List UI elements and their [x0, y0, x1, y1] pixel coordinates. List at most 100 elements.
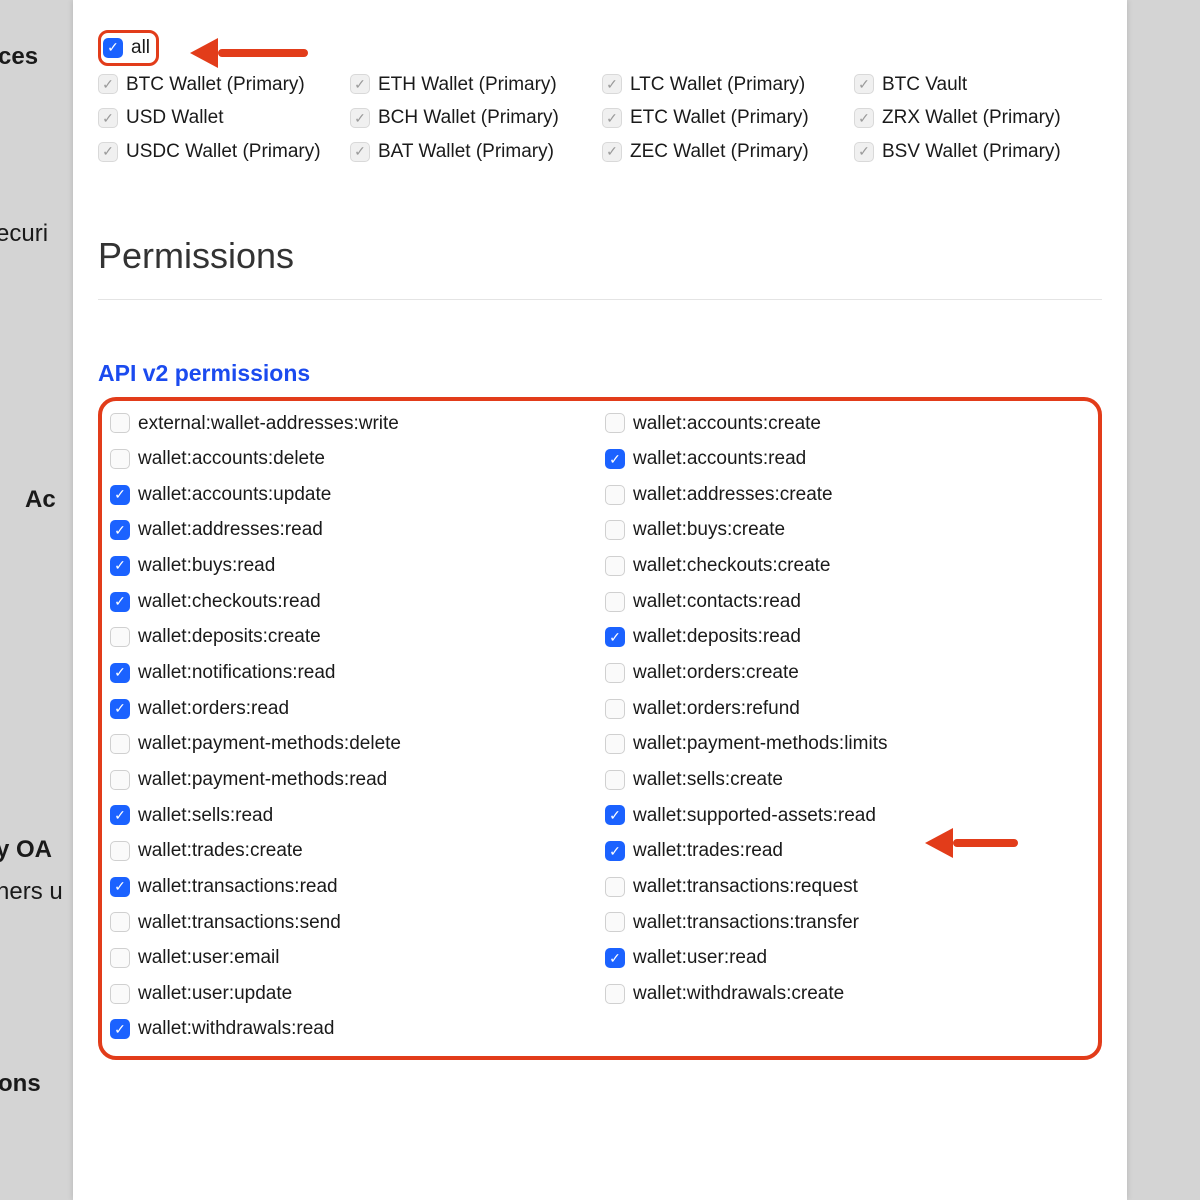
permission-label: wallet:transactions:read	[138, 874, 338, 900]
permission-item: ✓ wallet:transactions:read	[110, 874, 595, 900]
checkbox-permission[interactable]: ✓	[110, 520, 130, 540]
checkbox-permission[interactable]	[110, 770, 130, 790]
checkbox-permission[interactable]: ✓	[605, 948, 625, 968]
wallet-grid: ✓BTC Wallet (Primary)✓ETH Wallet (Primar…	[98, 72, 1102, 165]
permission-label: wallet:deposits:create	[138, 624, 321, 650]
checkbox-wallet[interactable]: ✓	[602, 74, 622, 94]
permission-label: wallet:orders:read	[138, 696, 289, 722]
permission-item: wallet:withdrawals:create	[605, 981, 1090, 1007]
wallet-item: ✓ETH Wallet (Primary)	[350, 72, 598, 98]
modal-panel: ✓ all ✓BTC Wallet (Primary)✓ETH Wallet (…	[73, 0, 1127, 1200]
checkbox-permission[interactable]: ✓	[605, 627, 625, 647]
wallet-item: ✓ETC Wallet (Primary)	[602, 105, 850, 131]
checkbox-permission[interactable]	[605, 877, 625, 897]
bg-text: ners u	[0, 878, 63, 906]
checkbox-permission[interactable]	[110, 734, 130, 754]
checkbox-wallet[interactable]: ✓	[854, 108, 874, 128]
checkbox-permission[interactable]: ✓	[605, 805, 625, 825]
checkbox-permission[interactable]	[110, 984, 130, 1004]
permission-label: wallet:accounts:update	[138, 482, 331, 508]
permission-label: wallet:transactions:send	[138, 910, 341, 936]
wallet-label: LTC Wallet (Primary)	[630, 72, 805, 98]
checkbox-permission[interactable]: ✓	[110, 805, 130, 825]
permission-item: wallet:payment-methods:read	[110, 767, 595, 793]
checkbox-permission[interactable]	[110, 627, 130, 647]
wallet-label: BAT Wallet (Primary)	[378, 139, 554, 165]
permission-label: wallet:user:read	[633, 945, 767, 971]
permission-label: wallet:trades:read	[633, 838, 783, 864]
checkbox-permission[interactable]	[605, 485, 625, 505]
checkbox-permission[interactable]	[110, 413, 130, 433]
permission-label: wallet:sells:create	[633, 767, 783, 793]
checkbox-permission[interactable]	[605, 984, 625, 1004]
checkbox-permission[interactable]	[110, 841, 130, 861]
checkbox-permission[interactable]: ✓	[110, 663, 130, 683]
checkbox-permission[interactable]	[605, 592, 625, 612]
wallet-item: ✓BTC Vault	[854, 72, 1102, 98]
checkbox-permission[interactable]	[605, 520, 625, 540]
permission-label: wallet:accounts:create	[633, 411, 821, 437]
permission-label: wallet:accounts:read	[633, 446, 806, 472]
permission-item: wallet:accounts:delete	[110, 446, 595, 472]
checkbox-permission[interactable]: ✓	[110, 592, 130, 612]
checkbox-permission[interactable]: ✓	[605, 841, 625, 861]
annotation-arrow-all	[190, 38, 308, 68]
checkbox-wallet[interactable]: ✓	[350, 142, 370, 162]
permission-item: wallet:deposits:create	[110, 624, 595, 650]
checkbox-permission[interactable]	[605, 912, 625, 932]
checkbox-wallet[interactable]: ✓	[602, 142, 622, 162]
checkbox-permission[interactable]: ✓	[110, 877, 130, 897]
wallet-label: USDC Wallet (Primary)	[126, 139, 321, 165]
permission-label: wallet:sells:read	[138, 803, 273, 829]
checkbox-wallet[interactable]: ✓	[98, 74, 118, 94]
permission-label: wallet:deposits:read	[633, 624, 801, 650]
wallet-label: BSV Wallet (Primary)	[882, 139, 1061, 165]
permission-label: wallet:contacts:read	[633, 589, 801, 615]
checkbox-wallet[interactable]: ✓	[854, 142, 874, 162]
checkbox-wallet[interactable]: ✓	[854, 74, 874, 94]
wallet-label: ZRX Wallet (Primary)	[882, 105, 1061, 131]
checkbox-wallet[interactable]: ✓	[350, 108, 370, 128]
checkbox-all[interactable]: ✓	[103, 38, 123, 58]
permission-item: ✓wallet:buys:read	[110, 553, 595, 579]
permission-item: wallet:trades:create	[110, 838, 595, 864]
permission-item: ✓ wallet:accounts:read	[605, 446, 1090, 472]
bg-text: ons	[0, 1070, 41, 1098]
checkbox-permission[interactable]	[605, 413, 625, 433]
checkbox-permission[interactable]	[110, 449, 130, 469]
checkbox-permission[interactable]: ✓	[110, 699, 130, 719]
checkbox-wallet[interactable]: ✓	[350, 74, 370, 94]
permission-item: wallet:addresses:create	[605, 482, 1090, 508]
checkbox-permission[interactable]	[605, 663, 625, 683]
permissions-grid: external:wallet-addresses:writewallet:ac…	[102, 401, 1098, 1057]
bg-text: ecuri	[0, 220, 48, 248]
permission-item: wallet:user:update	[110, 981, 595, 1007]
checkbox-wallet[interactable]: ✓	[98, 142, 118, 162]
wallet-item: ✓ USDC Wallet (Primary)	[98, 139, 346, 165]
wallet-item: ✓ ZRX Wallet (Primary)	[854, 105, 1102, 131]
checkbox-permission[interactable]	[605, 699, 625, 719]
permission-item: ✓wallet:withdrawals:read	[110, 1016, 595, 1042]
checkbox-permission[interactable]	[605, 556, 625, 576]
permission-item: ✓wallet:checkouts:read	[110, 589, 595, 615]
annotation-box-permissions: external:wallet-addresses:writewallet:ac…	[98, 397, 1102, 1061]
checkbox-permission[interactable]	[110, 912, 130, 932]
checkbox-permission[interactable]: ✓	[110, 556, 130, 576]
bg-text: ces	[0, 43, 38, 71]
permission-label: wallet:transactions:request	[633, 874, 858, 900]
wallet-label: ZEC Wallet (Primary)	[630, 139, 809, 165]
wallet-label: USD Wallet	[126, 105, 223, 131]
checkbox-permission[interactable]	[605, 734, 625, 754]
checkbox-permission[interactable]	[110, 948, 130, 968]
permission-label: wallet:orders:refund	[633, 696, 800, 722]
checkbox-permission[interactable]: ✓	[110, 485, 130, 505]
checkbox-permission[interactable]	[605, 770, 625, 790]
checkbox-permission[interactable]: ✓	[110, 1019, 130, 1039]
permission-item: ✓wallet:notifications:read	[110, 660, 595, 686]
checkbox-permission[interactable]: ✓	[605, 449, 625, 469]
checkbox-wallet[interactable]: ✓	[98, 108, 118, 128]
permission-label: wallet:accounts:delete	[138, 446, 325, 472]
checkbox-all-label: all	[131, 35, 150, 61]
wallet-item: ✓BTC Wallet (Primary)	[98, 72, 346, 98]
checkbox-wallet[interactable]: ✓	[602, 108, 622, 128]
